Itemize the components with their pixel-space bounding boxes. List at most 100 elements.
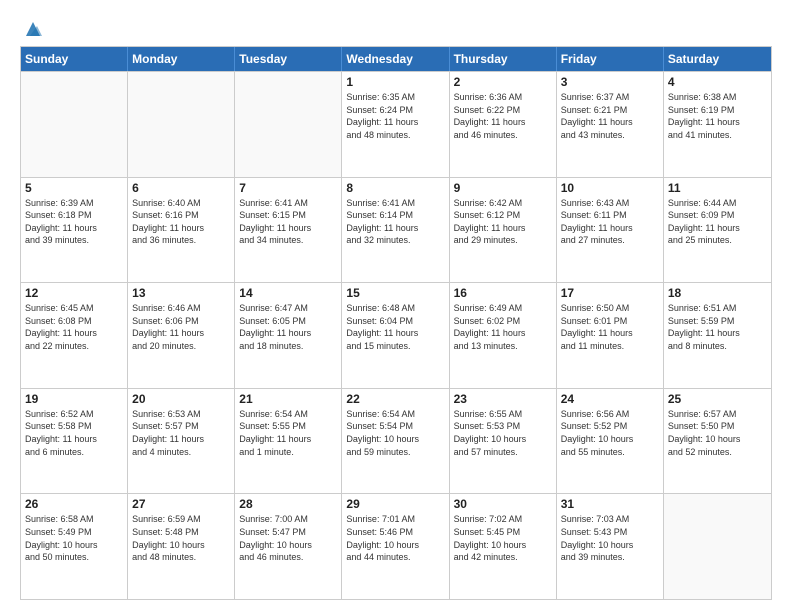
day-number: 24 bbox=[561, 392, 659, 406]
day-info: Sunrise: 6:48 AM Sunset: 6:04 PM Dayligh… bbox=[346, 302, 444, 352]
day-number: 2 bbox=[454, 75, 552, 89]
day-cell-27: 27 Sunrise: 6:59 AM Sunset: 5:48 PM Dayli… bbox=[128, 494, 235, 599]
day-info: Sunrise: 6:51 AM Sunset: 5:59 PM Dayligh… bbox=[668, 302, 767, 352]
day-cell-28: 28Sunrise: 7:00 AM Sunset: 5:47 PM Dayli… bbox=[235, 494, 342, 599]
day-number: 27 bbox=[132, 497, 230, 511]
header-day-tuesday: Tuesday bbox=[235, 47, 342, 71]
day-cell-4: 4Sunrise: 6:38 AM Sunset: 6:19 PM Daylig… bbox=[664, 72, 771, 177]
day-cell-22: 22 Sunrise: 6:54 AM Sunset: 5:54 PM Dayli… bbox=[342, 389, 449, 494]
day-cell-31: 31 Sunrise: 7:03 AM Sunset: 5:43 PM Dayli… bbox=[557, 494, 664, 599]
day-cell-6: 6 Sunrise: 6:40 AM Sunset: 6:16 PM Daylig… bbox=[128, 178, 235, 283]
day-cell-10: 10 Sunrise: 6:43 AM Sunset: 6:11 PM Dayli… bbox=[557, 178, 664, 283]
header-day-monday: Monday bbox=[128, 47, 235, 71]
day-cell-20: 20Sunrise: 6:53 AM Sunset: 5:57 PM Dayli… bbox=[128, 389, 235, 494]
day-info: Sunrise: 6:46 AM Sunset: 6:06 PM Dayligh… bbox=[132, 302, 230, 352]
week-row-1: 5 Sunrise: 6:39 AM Sunset: 6:18 PM Daylig… bbox=[21, 177, 771, 283]
day-number: 8 bbox=[346, 181, 444, 195]
day-number: 7 bbox=[239, 181, 337, 195]
day-number: 28 bbox=[239, 497, 337, 511]
day-info: Sunrise: 6:41 AM Sunset: 6:14 PM Dayligh… bbox=[346, 197, 444, 247]
day-info: Sunrise: 6:40 AM Sunset: 6:16 PM Dayligh… bbox=[132, 197, 230, 247]
day-info: Sunrise: 6:54 AM Sunset: 5:54 PM Dayligh… bbox=[346, 408, 444, 458]
day-info: Sunrise: 6:42 AM Sunset: 6:12 PM Dayligh… bbox=[454, 197, 552, 247]
day-number: 16 bbox=[454, 286, 552, 300]
day-info: Sunrise: 7:01 AM Sunset: 5:46 PM Dayligh… bbox=[346, 513, 444, 563]
day-cell-8: 8 Sunrise: 6:41 AM Sunset: 6:14 PM Daylig… bbox=[342, 178, 449, 283]
week-row-0: 1Sunrise: 6:35 AM Sunset: 6:24 PM Daylig… bbox=[21, 71, 771, 177]
day-info: Sunrise: 6:54 AM Sunset: 5:55 PM Dayligh… bbox=[239, 408, 337, 458]
day-number: 11 bbox=[668, 181, 767, 195]
calendar-header: SundayMondayTuesdayWednesdayThursdayFrid… bbox=[21, 47, 771, 71]
day-info: Sunrise: 6:45 AM Sunset: 6:08 PM Dayligh… bbox=[25, 302, 123, 352]
day-cell-1: 1Sunrise: 6:35 AM Sunset: 6:24 PM Daylig… bbox=[342, 72, 449, 177]
day-number: 21 bbox=[239, 392, 337, 406]
logo bbox=[20, 18, 44, 36]
day-cell-11: 11 Sunrise: 6:44 AM Sunset: 6:09 PM Dayli… bbox=[664, 178, 771, 283]
day-info: Sunrise: 6:36 AM Sunset: 6:22 PM Dayligh… bbox=[454, 91, 552, 141]
day-number: 31 bbox=[561, 497, 659, 511]
day-cell-30: 30 Sunrise: 7:02 AM Sunset: 5:45 PM Dayli… bbox=[450, 494, 557, 599]
day-info: Sunrise: 6:47 AM Sunset: 6:05 PM Dayligh… bbox=[239, 302, 337, 352]
day-info: Sunrise: 6:35 AM Sunset: 6:24 PM Dayligh… bbox=[346, 91, 444, 141]
header-day-saturday: Saturday bbox=[664, 47, 771, 71]
day-number: 9 bbox=[454, 181, 552, 195]
header-day-thursday: Thursday bbox=[450, 47, 557, 71]
day-number: 25 bbox=[668, 392, 767, 406]
day-cell-21: 21 Sunrise: 6:54 AM Sunset: 5:55 PM Dayli… bbox=[235, 389, 342, 494]
logo-icon bbox=[22, 18, 44, 40]
day-cell-24: 24 Sunrise: 6:56 AM Sunset: 5:52 PM Dayli… bbox=[557, 389, 664, 494]
day-info: Sunrise: 6:55 AM Sunset: 5:53 PM Dayligh… bbox=[454, 408, 552, 458]
day-info: Sunrise: 6:43 AM Sunset: 6:11 PM Dayligh… bbox=[561, 197, 659, 247]
empty-cell-0-0 bbox=[21, 72, 128, 177]
week-row-3: 19Sunrise: 6:52 AM Sunset: 5:58 PM Dayli… bbox=[21, 388, 771, 494]
day-info: Sunrise: 6:58 AM Sunset: 5:49 PM Dayligh… bbox=[25, 513, 123, 563]
day-cell-3: 3 Sunrise: 6:37 AM Sunset: 6:21 PM Daylig… bbox=[557, 72, 664, 177]
day-cell-9: 9 Sunrise: 6:42 AM Sunset: 6:12 PM Daylig… bbox=[450, 178, 557, 283]
day-cell-18: 18 Sunrise: 6:51 AM Sunset: 5:59 PM Dayli… bbox=[664, 283, 771, 388]
day-number: 6 bbox=[132, 181, 230, 195]
calendar-body: 1Sunrise: 6:35 AM Sunset: 6:24 PM Daylig… bbox=[21, 71, 771, 599]
header-day-wednesday: Wednesday bbox=[342, 47, 449, 71]
day-cell-17: 17Sunrise: 6:50 AM Sunset: 6:01 PM Dayli… bbox=[557, 283, 664, 388]
empty-cell-0-2 bbox=[235, 72, 342, 177]
week-row-2: 12 Sunrise: 6:45 AM Sunset: 6:08 PM Dayli… bbox=[21, 282, 771, 388]
day-number: 22 bbox=[346, 392, 444, 406]
day-number: 4 bbox=[668, 75, 767, 89]
day-info: Sunrise: 6:37 AM Sunset: 6:21 PM Dayligh… bbox=[561, 91, 659, 141]
day-cell-26: 26Sunrise: 6:58 AM Sunset: 5:49 PM Dayli… bbox=[21, 494, 128, 599]
day-cell-13: 13 Sunrise: 6:46 AM Sunset: 6:06 PM Dayli… bbox=[128, 283, 235, 388]
day-number: 23 bbox=[454, 392, 552, 406]
day-number: 20 bbox=[132, 392, 230, 406]
day-number: 18 bbox=[668, 286, 767, 300]
day-cell-16: 16Sunrise: 6:49 AM Sunset: 6:02 PM Dayli… bbox=[450, 283, 557, 388]
day-info: Sunrise: 6:44 AM Sunset: 6:09 PM Dayligh… bbox=[668, 197, 767, 247]
day-cell-14: 14Sunrise: 6:47 AM Sunset: 6:05 PM Dayli… bbox=[235, 283, 342, 388]
day-number: 13 bbox=[132, 286, 230, 300]
day-number: 5 bbox=[25, 181, 123, 195]
day-cell-19: 19Sunrise: 6:52 AM Sunset: 5:58 PM Dayli… bbox=[21, 389, 128, 494]
day-number: 15 bbox=[346, 286, 444, 300]
day-cell-2: 2 Sunrise: 6:36 AM Sunset: 6:22 PM Daylig… bbox=[450, 72, 557, 177]
day-cell-25: 25Sunrise: 6:57 AM Sunset: 5:50 PM Dayli… bbox=[664, 389, 771, 494]
day-cell-5: 5 Sunrise: 6:39 AM Sunset: 6:18 PM Daylig… bbox=[21, 178, 128, 283]
page: SundayMondayTuesdayWednesdayThursdayFrid… bbox=[0, 0, 792, 612]
day-number: 12 bbox=[25, 286, 123, 300]
day-number: 29 bbox=[346, 497, 444, 511]
day-cell-7: 7Sunrise: 6:41 AM Sunset: 6:15 PM Daylig… bbox=[235, 178, 342, 283]
day-info: Sunrise: 7:03 AM Sunset: 5:43 PM Dayligh… bbox=[561, 513, 659, 563]
day-number: 30 bbox=[454, 497, 552, 511]
day-cell-15: 15 Sunrise: 6:48 AM Sunset: 6:04 PM Dayli… bbox=[342, 283, 449, 388]
day-info: Sunrise: 7:02 AM Sunset: 5:45 PM Dayligh… bbox=[454, 513, 552, 563]
day-cell-12: 12 Sunrise: 6:45 AM Sunset: 6:08 PM Dayli… bbox=[21, 283, 128, 388]
day-number: 19 bbox=[25, 392, 123, 406]
day-info: Sunrise: 6:39 AM Sunset: 6:18 PM Dayligh… bbox=[25, 197, 123, 247]
day-info: Sunrise: 6:50 AM Sunset: 6:01 PM Dayligh… bbox=[561, 302, 659, 352]
day-info: Sunrise: 6:56 AM Sunset: 5:52 PM Dayligh… bbox=[561, 408, 659, 458]
day-number: 3 bbox=[561, 75, 659, 89]
header bbox=[20, 18, 772, 36]
header-day-friday: Friday bbox=[557, 47, 664, 71]
day-info: Sunrise: 6:59 AM Sunset: 5:48 PM Dayligh… bbox=[132, 513, 230, 563]
empty-cell-4-6 bbox=[664, 494, 771, 599]
empty-cell-0-1 bbox=[128, 72, 235, 177]
day-number: 10 bbox=[561, 181, 659, 195]
